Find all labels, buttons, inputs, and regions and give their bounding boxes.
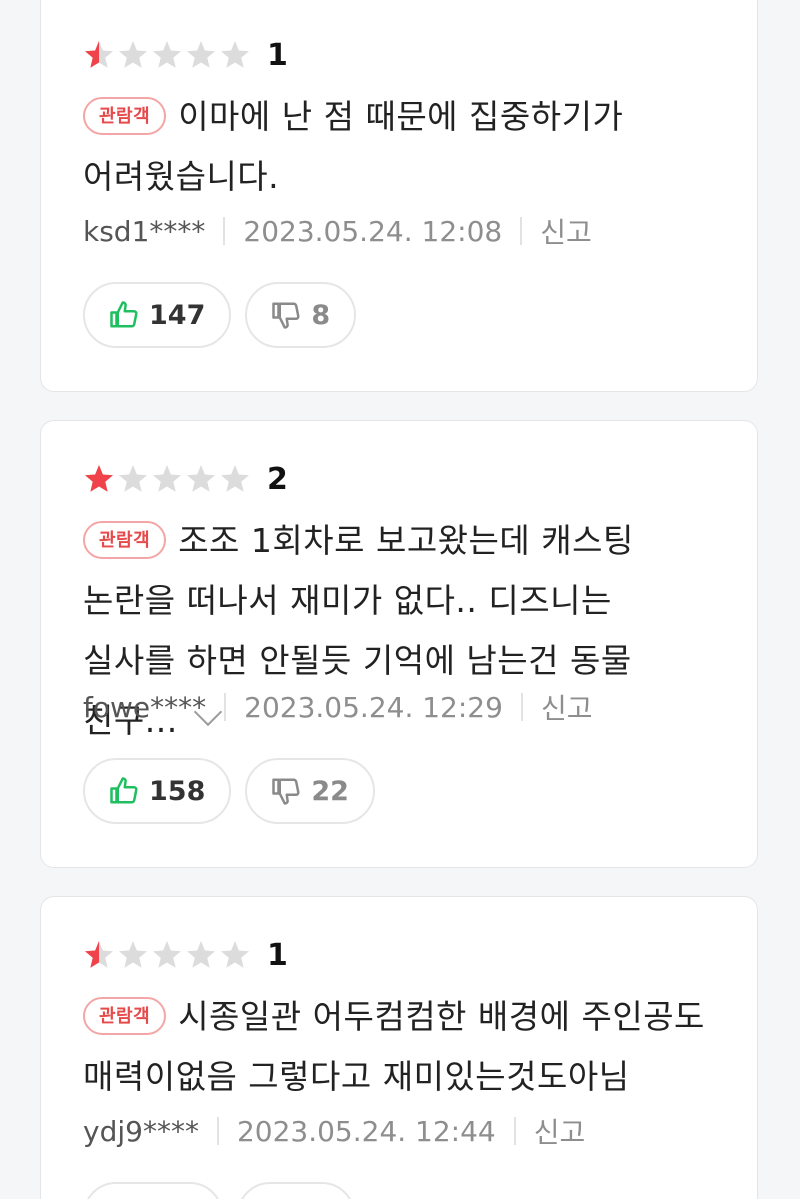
dislike-button[interactable] — [237, 1182, 355, 1199]
thumbs-down-icon — [272, 302, 300, 329]
star-empty-icon — [187, 941, 215, 968]
vote-row: 158 22 — [83, 758, 375, 824]
like-button[interactable]: 158 — [83, 758, 232, 824]
review-meta: ydj9**** 2023.05.24. 12:44 신고 — [83, 1111, 585, 1151]
divider — [520, 217, 523, 245]
rating-score: 1 — [267, 937, 288, 973]
thumbs-up-icon — [110, 777, 138, 804]
review-date: 2023.05.24. 12:44 — [236, 1114, 496, 1148]
thumbs-up-icon — [110, 301, 138, 328]
dislike-count: 8 — [311, 299, 331, 331]
viewer-badge: 관람객 — [83, 997, 167, 1035]
star-rating — [83, 463, 251, 495]
star-empty-icon — [119, 465, 147, 492]
divider — [520, 693, 523, 721]
star-empty-icon — [187, 465, 215, 492]
star-empty-icon — [153, 465, 181, 492]
star-rating — [83, 939, 251, 971]
like-button[interactable]: 147 — [83, 282, 232, 348]
review-date: 2023.05.24. 12:29 — [244, 690, 503, 724]
reviewer-id: ydj9**** — [83, 1114, 199, 1148]
like-count: 147 — [149, 299, 206, 331]
review-card: 1 관람객 시종일관 어두컴컴한 배경에 주인공도 매력이없음 그렇다고 재미있는… — [40, 896, 758, 1199]
viewer-badge: 관람객 — [83, 97, 167, 135]
star-empty-icon — [221, 941, 249, 968]
review-text: 관람객 시종일관 어두컴컴한 배경에 주인공도 매력이없음 그렇다고 재미있는것도… — [83, 987, 713, 1107]
rating-row: 2 — [83, 459, 288, 499]
reviewer-id: ksd1**** — [83, 214, 206, 248]
rating-row: 1 — [83, 35, 288, 75]
rating-row: 1 — [83, 935, 288, 975]
star-empty-icon — [119, 41, 147, 68]
divider — [223, 217, 226, 245]
star-empty-icon — [221, 465, 249, 492]
rating-score: 2 — [267, 461, 288, 497]
review-date: 2023.05.24. 12:08 — [243, 214, 503, 248]
like-button[interactable] — [83, 1182, 223, 1199]
divider — [513, 1117, 516, 1145]
report-link[interactable]: 신고 — [534, 1111, 586, 1151]
dislike-button[interactable]: 8 — [245, 282, 357, 348]
star-empty-icon — [153, 41, 181, 68]
report-link[interactable]: 신고 — [540, 211, 592, 251]
reviewer-id: fowe**** — [83, 690, 207, 724]
star-empty-icon — [221, 41, 249, 68]
report-link[interactable]: 신고 — [541, 687, 593, 727]
vote-row: 147 8 — [83, 282, 357, 348]
divider — [224, 693, 227, 721]
dislike-button[interactable]: 22 — [245, 758, 375, 824]
like-count: 158 — [149, 775, 206, 807]
star-empty-icon — [153, 941, 181, 968]
review-meta: ksd1**** 2023.05.24. 12:08 신고 — [83, 211, 592, 251]
review-card: 2 관람객 조조 1회차로 보고왔는데 캐스팅 논란을 떠나서 재미가 없다.. … — [40, 420, 758, 868]
review-meta: fowe**** 2023.05.24. 12:29 신고 — [83, 687, 592, 727]
vote-row — [83, 1182, 355, 1199]
star-empty-icon — [187, 41, 215, 68]
star-half-icon — [85, 941, 113, 968]
review-text: 관람객 이마에 난 점 때문에 집중하기가 어려웠습니다. — [83, 87, 713, 207]
review-body: 시종일관 어두컴컴한 배경에 주인공도 매력이없음 그렇다고 재미있는것도아님 — [83, 997, 705, 1096]
review-list: 1 관람객 이마에 난 점 때문에 집중하기가 어려웠습니다. ksd1**** … — [0, 0, 800, 1199]
viewer-badge: 관람객 — [83, 521, 167, 559]
star-filled-icon — [85, 465, 113, 492]
star-half-icon — [85, 41, 113, 68]
star-rating — [83, 39, 251, 71]
divider — [216, 1117, 219, 1145]
review-card: 1 관람객 이마에 난 점 때문에 집중하기가 어려웠습니다. ksd1**** … — [40, 0, 758, 392]
star-empty-icon — [119, 941, 147, 968]
dislike-count: 22 — [311, 775, 349, 807]
rating-score: 1 — [267, 37, 288, 73]
thumbs-down-icon — [272, 778, 300, 805]
